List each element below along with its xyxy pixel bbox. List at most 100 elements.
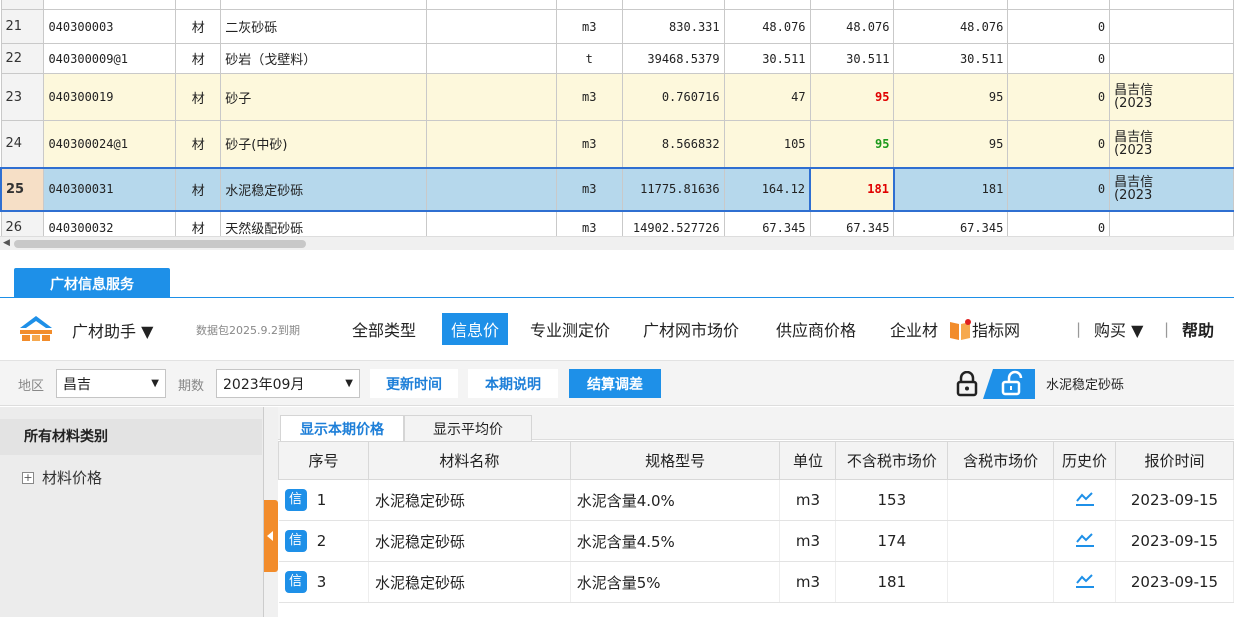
help-link[interactable]: 帮助 (1180, 313, 1216, 345)
settle-adjust-button[interactable]: 结算调差 (569, 369, 661, 398)
row-qty[interactable]: 14902.527726 (621, 210, 725, 236)
row-spec[interactable] (426, 210, 557, 236)
tab-supplier-price[interactable]: 供应商价格 (774, 313, 858, 345)
row-price-diff[interactable]: 0 (1007, 9, 1111, 44)
row-price-budget[interactable]: 105 (723, 120, 811, 168)
row-code[interactable]: 040300032 (43, 210, 177, 236)
table-row[interactable]: 24 040300024@1 材砂子(中砂) m3 8.566832 105 95 95 0 昌吉… (0, 120, 1234, 168)
tab-average-price[interactable]: 显示平均价 (404, 415, 532, 441)
col-header-price-in-tax[interactable]: 含税市场价 (947, 441, 1055, 480)
row-code[interactable]: 040300003 (43, 9, 177, 44)
row-price-diff[interactable]: 0 (1007, 73, 1111, 121)
tab-current-price[interactable]: 显示本期价格 (280, 415, 404, 441)
col-header-history[interactable]: 历史价 (1053, 441, 1116, 480)
unlock-icon[interactable] (983, 369, 1035, 399)
row-price-source[interactable] (1109, 9, 1234, 44)
assistant-dropdown[interactable]: 广材助手 ▼ (72, 318, 153, 342)
row-price-market[interactable]: 181 (809, 166, 895, 212)
row-unit[interactable]: m3 (555, 73, 623, 121)
row-name[interactable]: 二灰砂砾 (220, 9, 428, 44)
row-price-diff[interactable]: 0 (1007, 166, 1111, 212)
row-name[interactable]: 砂子(中砂) (220, 120, 428, 168)
row-qty[interactable]: 830.331 (621, 9, 725, 44)
period-note-button[interactable]: 本期说明 (468, 369, 558, 398)
row-spec[interactable] (426, 43, 557, 74)
col-header-price-ex-tax[interactable]: 不含税市场价 (835, 441, 949, 480)
row-type[interactable]: 材 (175, 9, 222, 44)
tab-professional-price[interactable]: 专业测定价 (528, 313, 612, 345)
row-qty[interactable]: 39468.5379 (621, 43, 725, 74)
row-unit[interactable]: m3 (555, 210, 623, 236)
row-price-diff[interactable]: 0 (1007, 43, 1111, 74)
search-input[interactable] (1040, 369, 1234, 398)
row-type[interactable]: 材 (175, 43, 222, 74)
book-icon[interactable] (948, 318, 972, 342)
row-price-source[interactable] (1109, 43, 1234, 74)
row-qty[interactable]: 8.566832 (621, 120, 725, 168)
row-price-adjusted[interactable]: 48.076 (893, 9, 1009, 44)
row-spec[interactable] (426, 9, 557, 44)
row-price-adjusted[interactable]: 30.511 (893, 43, 1009, 74)
row-price-market[interactable]: 95 (809, 120, 895, 168)
table-row[interactable]: 21 040300003 材 二灰砂砾 m3 830.331 48.076 48.076 48.… (0, 9, 1234, 44)
table-row[interactable]: 23 040300019 材 砂子 m3 0.760716 47 95 95 0 昌吉信 (2023 (0, 73, 1234, 121)
row-name[interactable]: 天然级配砂砾 (220, 210, 428, 236)
category-header[interactable]: 所有材料类别 (0, 419, 262, 455)
col-header-quote-time[interactable]: 报价时间 (1114, 441, 1234, 480)
tab-guangcai-info-service[interactable]: 广材信息服务 (14, 268, 170, 299)
collapse-panel-handle[interactable] (264, 500, 278, 572)
table-row[interactable]: 信1 水泥稳定砂砾 水泥含量4.0% m3 153 2023-09-15 (278, 479, 1234, 521)
row-price-adjusted[interactable]: 181 (893, 166, 1009, 212)
tab-all-types[interactable]: 全部类型 (350, 313, 418, 345)
row-price-market[interactable]: 95 (809, 73, 895, 121)
period-select[interactable]: 2023年09月 ▼ (216, 369, 360, 398)
row-price-budget[interactable]: 47 (723, 73, 811, 121)
row-price-source[interactable]: 昌吉信 (2023 (1109, 120, 1234, 168)
row-price-budget[interactable]: 67.345 (723, 210, 811, 236)
col-header-spec[interactable]: 规格型号 (569, 441, 781, 480)
row-price-adjusted[interactable]: 95 (893, 120, 1009, 168)
row-type[interactable]: 材 (175, 166, 222, 212)
row-type[interactable]: 材 (175, 73, 222, 121)
tab-index-net[interactable]: 指标网 (970, 313, 1022, 345)
row-price-source[interactable] (1109, 210, 1234, 236)
row-price-diff[interactable]: 0 (1007, 210, 1111, 236)
update-time-button[interactable]: 更新时间 (370, 369, 458, 398)
tab-market-price[interactable]: 广材网市场价 (641, 313, 741, 345)
expand-icon[interactable]: + (22, 471, 34, 484)
row-spec[interactable] (426, 73, 557, 121)
row-name[interactable]: 砂子 (220, 73, 428, 121)
table-row[interactable]: 25 040300031 材 水泥稳定砂砾 m3 11775.81636 164.12 181… (0, 166, 1234, 212)
col-header-name[interactable]: 材料名称 (367, 441, 571, 480)
row-spec[interactable] (426, 120, 557, 168)
row-unit[interactable]: m3 (555, 120, 623, 168)
trend-chart-icon[interactable] (1075, 572, 1095, 588)
row-price-market[interactable]: 30.511 (809, 43, 895, 74)
lock-icon[interactable] (956, 371, 978, 397)
row-spec[interactable] (426, 166, 557, 212)
row-price-adjusted[interactable]: 67.345 (893, 210, 1009, 236)
category-item-material-price[interactable]: + 材料价格 (22, 467, 102, 488)
row-price-source[interactable]: 昌吉信 (2023 (1109, 166, 1234, 212)
row-qty[interactable]: 0.760716 (621, 73, 725, 121)
row-name[interactable]: 水泥稳定砂砾 (220, 166, 428, 212)
horizontal-scrollbar[interactable]: ◀ (0, 236, 1234, 250)
row-price-budget[interactable]: 164.12 (723, 166, 811, 212)
row-type[interactable]: 材 (175, 210, 222, 236)
table-row[interactable]: 信3 水泥稳定砂砾 水泥含量5% m3 181 2023-09-15 (278, 561, 1234, 603)
row-qty[interactable]: 11775.81636 (621, 166, 725, 212)
trend-chart-icon[interactable] (1075, 531, 1095, 547)
row-price-market[interactable]: 67.345 (809, 210, 895, 236)
scroll-left-icon[interactable]: ◀ (3, 238, 10, 248)
row-unit[interactable]: m3 (555, 166, 623, 212)
col-header-seq[interactable]: 序号 (278, 441, 369, 480)
row-code[interactable]: 040300031 (43, 166, 177, 212)
row-code[interactable]: 040300019 (43, 73, 177, 121)
row-price-budget[interactable]: 30.511 (723, 43, 811, 74)
row-name[interactable]: 砂岩（戈壁料） (220, 43, 428, 74)
tab-info-price[interactable]: 信息价 (442, 313, 509, 345)
table-row[interactable]: 26 040300032 材 天然级配砂砾 m3 14902.527726 67.345 67… (0, 210, 1234, 236)
table-row[interactable] (0, 0, 1234, 10)
tab-enterprise-material[interactable]: 企业材 (888, 313, 940, 345)
scrollbar-thumb[interactable] (14, 240, 306, 248)
